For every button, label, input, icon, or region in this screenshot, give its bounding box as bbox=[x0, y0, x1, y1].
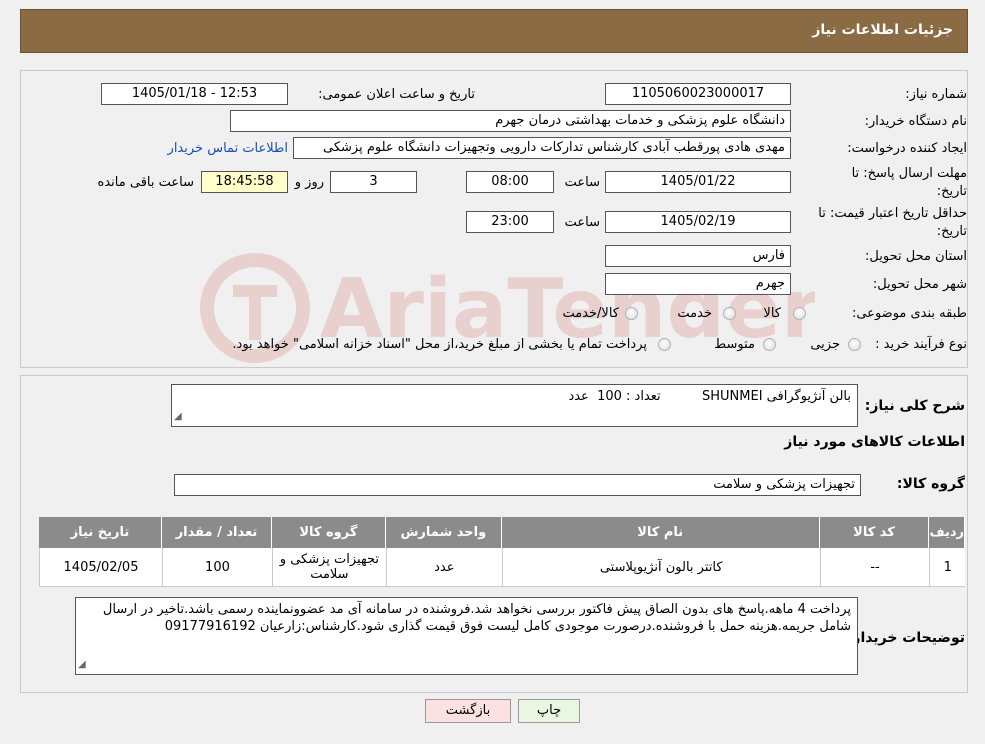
summary-field: بالن آنژیوگرافی SHUNMEI تعداد : 100 عدد … bbox=[171, 384, 858, 427]
buyer-notes-text: پرداخت 4 ماهه.پاسخ های بدون الصاق پیش فا… bbox=[102, 602, 851, 634]
announce-date-label: تاریخ و ساعت اعلان عمومی: bbox=[318, 87, 475, 102]
resize-grip-icon[interactable]: ◢ bbox=[78, 656, 86, 673]
purchase-type-label: نوع فرآیند خرید : bbox=[875, 337, 967, 352]
back-button[interactable]: بازگشت bbox=[425, 699, 511, 723]
price-validity-label: حداقل تاریخ اعتبار قیمت: تا bbox=[818, 206, 967, 221]
cell-need-date: 1405/02/05 bbox=[39, 548, 162, 587]
items-section-title: اطلاعات کالاهای مورد نیاز bbox=[784, 434, 965, 450]
summary-text: بالن آنژیوگرافی SHUNMEI تعداد : 100 عدد bbox=[568, 389, 851, 404]
purchase-type-radio-medium[interactable] bbox=[763, 338, 776, 351]
price-validity-date-field: 1405/02/19 bbox=[605, 211, 791, 233]
purchase-type-note: پرداخت تمام یا بخشی از مبلغ خرید،از محل … bbox=[232, 337, 647, 352]
table-row: 1 -- کاتتر بالون آنژیوپلاستی عدد تجهیزات… bbox=[39, 548, 965, 587]
send-deadline-time-field: 08:00 bbox=[466, 171, 554, 193]
items-table: ردیف کد کالا نام کالا واحد شمارش گروه کا… bbox=[39, 517, 965, 587]
category-option-goods: کالا bbox=[763, 306, 781, 321]
cell-unit: عدد bbox=[385, 548, 502, 587]
treasury-checkbox[interactable] bbox=[658, 338, 671, 351]
need-number-label: شماره نیاز: bbox=[905, 87, 967, 102]
category-label: طبقه بندی موضوعی: bbox=[851, 306, 967, 321]
city-label: شهر محل تحویل: bbox=[872, 277, 967, 292]
print-button[interactable]: چاپ bbox=[518, 699, 580, 723]
price-validity-time-label: ساعت bbox=[564, 215, 600, 230]
buyer-notes-label: توضیحات خریدار: bbox=[846, 630, 965, 646]
category-radio-goods-service[interactable] bbox=[625, 307, 638, 320]
page-title: جزئیات اطلاعات نیاز bbox=[812, 22, 953, 38]
need-number-field: 1105060023000017 bbox=[605, 83, 791, 105]
col-header-unit: واحد شمارش bbox=[385, 517, 502, 548]
resize-grip-icon[interactable]: ◢ bbox=[174, 408, 182, 425]
items-table-header: ردیف کد کالا نام کالا واحد شمارش گروه کا… bbox=[39, 517, 965, 548]
send-deadline-date-field: 1405/01/22 bbox=[605, 171, 791, 193]
purchase-type-radio-minor[interactable] bbox=[848, 338, 861, 351]
category-option-service: خدمت bbox=[677, 306, 712, 321]
send-deadline-label: مهلت ارسال پاسخ: تا bbox=[851, 166, 967, 181]
purchase-type-option-minor: جزیی bbox=[810, 337, 840, 352]
goods-group-field: تجهیزات پزشکی و سلامت bbox=[174, 474, 861, 496]
col-header-quantity: تعداد / مقدار bbox=[162, 517, 272, 548]
province-field: فارس bbox=[605, 245, 791, 267]
buyer-notes-field: پرداخت 4 ماهه.پاسخ های بدون الصاق پیش فا… bbox=[75, 597, 858, 675]
requester-field: مهدی هادی پورقطب آبادی کارشناس تدارکات د… bbox=[293, 137, 791, 159]
send-deadline-time-label: ساعت bbox=[564, 175, 600, 190]
days-remaining-field: 3 bbox=[330, 171, 417, 193]
category-radio-goods[interactable] bbox=[793, 307, 806, 320]
price-validity-time-field: 23:00 bbox=[466, 211, 554, 233]
col-header-row-number: ردیف bbox=[929, 517, 965, 548]
buyer-contact-link[interactable]: اطلاعات تماس خریدار bbox=[168, 141, 288, 156]
requester-label: ایجاد کننده درخواست: bbox=[847, 141, 967, 156]
cell-name: کاتتر بالون آنژیوپلاستی bbox=[501, 548, 820, 587]
city-field: جهرم bbox=[605, 273, 791, 295]
cell-group: تجهیزات پزشکی و سلامت bbox=[271, 548, 386, 587]
announce-date-field: 1405/01/18 - 12:53 bbox=[101, 83, 288, 105]
category-radio-service[interactable] bbox=[723, 307, 736, 320]
time-remaining-label: ساعت باقی مانده bbox=[97, 175, 194, 190]
summary-label: شرح کلی نیاز: bbox=[864, 398, 965, 414]
days-label: روز و bbox=[294, 175, 324, 190]
col-header-need-date: تاریخ نیاز bbox=[39, 517, 162, 548]
col-header-group: گروه کالا bbox=[271, 517, 386, 548]
price-validity-label-2: تاریخ: bbox=[936, 224, 967, 239]
time-remaining-field: 18:45:58 bbox=[201, 171, 288, 193]
col-header-name: نام کالا bbox=[501, 517, 820, 548]
cell-quantity: 100 bbox=[162, 548, 272, 587]
buyer-org-field: دانشگاه علوم پزشکی و خدمات بهداشتی درمان… bbox=[230, 110, 791, 132]
goods-group-label: گروه کالا: bbox=[896, 476, 965, 492]
purchase-type-option-medium: متوسط bbox=[714, 337, 755, 352]
cell-row-number: 1 bbox=[929, 548, 965, 587]
send-deadline-label-2: تاریخ: bbox=[936, 184, 967, 199]
province-label: استان محل تحویل: bbox=[865, 249, 967, 264]
category-option-goods-service: کالا/خدمت bbox=[562, 306, 619, 321]
buyer-org-label: نام دستگاه خریدار: bbox=[864, 114, 967, 129]
page-header: جزئیات اطلاعات نیاز bbox=[20, 9, 968, 53]
cell-code: -- bbox=[819, 548, 930, 587]
col-header-code: کد کالا bbox=[819, 517, 930, 548]
